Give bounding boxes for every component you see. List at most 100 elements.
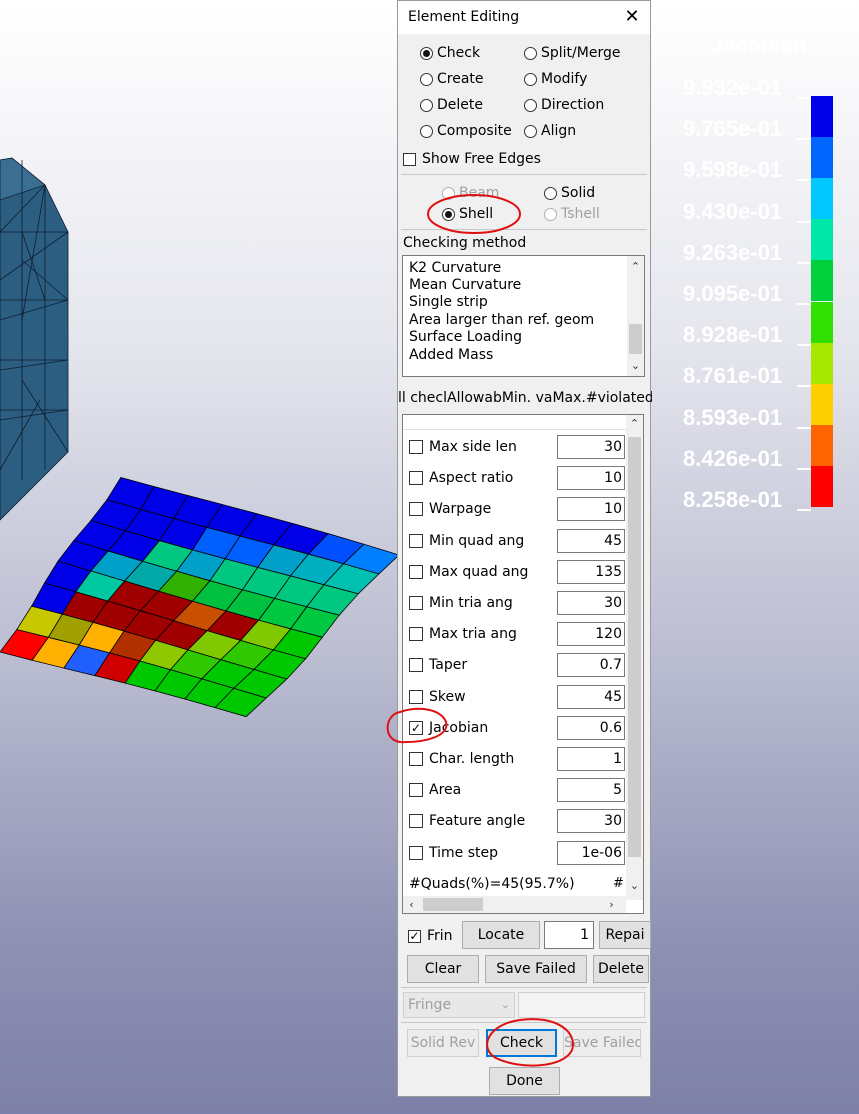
chevron-down-icon[interactable]: ⌄ bbox=[626, 877, 643, 894]
chevron-up-icon[interactable]: ⌃ bbox=[626, 415, 643, 432]
close-icon[interactable]: ✕ bbox=[622, 7, 642, 27]
radio-modify[interactable]: Modify bbox=[524, 71, 587, 87]
chevron-up-icon[interactable]: ⌃ bbox=[627, 258, 644, 275]
row-allowable-value[interactable]: 0.7 bbox=[557, 653, 625, 678]
fringe-select[interactable]: Fringe ⌄ bbox=[403, 992, 515, 1018]
show-free-edges-checkbox[interactable]: Show Free Edges bbox=[403, 151, 541, 167]
radio-shell[interactable]: Shell bbox=[442, 206, 493, 222]
radio-label: Check bbox=[437, 45, 481, 61]
row-checkbox[interactable] bbox=[409, 689, 423, 704]
fringe-checkbox[interactable]: ✓ Frin bbox=[408, 928, 453, 944]
legend-label: 9.430e-01 bbox=[683, 198, 783, 224]
radio-tshell[interactable]: Tshell bbox=[544, 206, 600, 222]
check-row: Max tria ang 120 bbox=[403, 619, 626, 650]
quads-summary: #Quads(%)=45(95.7%) bbox=[409, 876, 575, 892]
row-allowable-value[interactable]: 1 bbox=[557, 747, 625, 771]
row-label: Area bbox=[429, 782, 462, 799]
row-checkbox[interactable]: ✓ bbox=[409, 720, 423, 735]
radio-direction[interactable]: Direction bbox=[524, 97, 604, 113]
done-button[interactable]: Done bbox=[489, 1067, 560, 1095]
row-allowable-value[interactable]: 5 bbox=[557, 778, 625, 803]
row-checkbox[interactable] bbox=[409, 596, 423, 610]
row-allowable-value[interactable]: 120 bbox=[557, 622, 625, 647]
delete-button[interactable]: Delete bbox=[593, 955, 649, 983]
clear-button[interactable]: Clear bbox=[407, 955, 479, 983]
legend-label: 9.263e-01 bbox=[683, 239, 783, 265]
chevron-down-icon[interactable]: ⌄ bbox=[627, 357, 644, 374]
list-scrollbar[interactable]: ⌃ ⌄ bbox=[627, 256, 644, 376]
dialog-title: Element Editing bbox=[408, 9, 520, 25]
radio-solid[interactable]: Solid bbox=[544, 185, 595, 201]
row-allowable-value[interactable]: 45 bbox=[557, 528, 625, 553]
box-side-face bbox=[0, 157, 69, 521]
list-item[interactable]: Area larger than ref. geom bbox=[409, 312, 594, 328]
locate-button[interactable]: Locate bbox=[462, 921, 540, 949]
repair-button[interactable]: Repai bbox=[599, 921, 651, 949]
row-checkbox[interactable] bbox=[409, 814, 423, 829]
check-row: Char. length 1 bbox=[403, 744, 626, 775]
row-checkbox[interactable] bbox=[409, 783, 423, 798]
radio-beam[interactable]: Beam bbox=[442, 185, 499, 201]
row-allowable-value[interactable]: 30 bbox=[557, 809, 625, 834]
row-checkbox[interactable] bbox=[409, 752, 423, 766]
list-item[interactable]: K2 Curvature bbox=[409, 260, 501, 276]
row-allowable-value[interactable]: 30 bbox=[557, 591, 625, 615]
row-allowable-value[interactable]: 10 bbox=[557, 497, 625, 522]
row-checkbox[interactable] bbox=[409, 440, 423, 454]
row-checkbox[interactable] bbox=[409, 627, 423, 642]
radio-dot bbox=[544, 186, 557, 200]
chevron-left-icon[interactable]: ‹ bbox=[403, 896, 420, 913]
row-label: Feature angle bbox=[429, 813, 526, 830]
radio-label: Tshell bbox=[561, 206, 600, 222]
radio-split-merge[interactable]: Split/Merge bbox=[524, 45, 620, 61]
save-failed-button[interactable]: Save Failed bbox=[485, 955, 587, 983]
row-allowable-value[interactable]: 0.6 bbox=[557, 715, 625, 740]
locate-index-input[interactable]: 1 bbox=[544, 921, 594, 949]
row-allowable-value[interactable]: 30 bbox=[557, 435, 625, 459]
radio-label: Align bbox=[541, 123, 577, 139]
row-allowable-value[interactable]: 45 bbox=[557, 684, 625, 709]
legend-title: Jacobian bbox=[711, 33, 807, 58]
list-item[interactable]: Mean Curvature bbox=[409, 277, 521, 293]
radio-label: Direction bbox=[541, 97, 605, 113]
divider bbox=[401, 987, 647, 988]
row-checkbox[interactable] bbox=[409, 564, 423, 579]
checking-method-list[interactable]: K2 Curvature Mean Curvature Single strip… bbox=[402, 255, 645, 377]
row-checkbox[interactable] bbox=[409, 502, 423, 517]
save-failed-disabled-button[interactable]: Save Failed bbox=[563, 1029, 641, 1057]
chevron-right-icon[interactable]: › bbox=[603, 896, 620, 913]
grid-vscrollbar[interactable]: ⌃ ⌄ bbox=[626, 415, 643, 900]
row-checkbox[interactable] bbox=[409, 658, 423, 673]
list-item[interactable]: Surface Loading bbox=[409, 329, 522, 345]
list-item[interactable]: Single strip bbox=[409, 294, 488, 310]
radio-dot bbox=[544, 207, 557, 221]
scroll-thumb[interactable] bbox=[423, 898, 483, 911]
grid-hscrollbar[interactable]: ‹ › bbox=[403, 896, 626, 913]
radio-dot bbox=[420, 98, 433, 112]
scroll-thumb[interactable] bbox=[628, 437, 641, 857]
list-item[interactable]: Added Mass bbox=[409, 347, 493, 363]
row-checkbox[interactable] bbox=[409, 471, 423, 486]
row-label: Warpage bbox=[429, 501, 492, 518]
radio-composite[interactable]: Composite bbox=[420, 123, 512, 139]
fringe-value-field[interactable] bbox=[518, 992, 645, 1018]
radio-align[interactable]: Align bbox=[524, 123, 576, 139]
radio-delete[interactable]: Delete bbox=[420, 97, 483, 113]
legend-tick bbox=[797, 385, 811, 388]
radio-check[interactable]: Check bbox=[420, 45, 480, 61]
row-checkbox[interactable] bbox=[409, 533, 423, 548]
legend-tick bbox=[797, 261, 811, 264]
check-row: Max quad ang 135 bbox=[403, 557, 626, 588]
scroll-thumb[interactable] bbox=[629, 324, 642, 354]
radio-label: Create bbox=[437, 71, 484, 87]
row-allowable-value[interactable]: 135 bbox=[557, 559, 625, 584]
check-grid[interactable]: Max side len 30 Aspect ratio 10 Warpage 10 Min… bbox=[402, 414, 644, 914]
check-row: Min quad ang 45 bbox=[403, 526, 626, 557]
row-checkbox[interactable] bbox=[409, 845, 423, 860]
row-allowable-value[interactable]: 1e-06 bbox=[557, 840, 625, 865]
check-button[interactable]: Check bbox=[486, 1029, 557, 1057]
radio-create[interactable]: Create bbox=[420, 71, 484, 87]
solid-rev-button[interactable]: Solid Rev bbox=[407, 1029, 479, 1057]
legend-swatch bbox=[811, 178, 833, 220]
row-allowable-value[interactable]: 10 bbox=[557, 466, 625, 491]
